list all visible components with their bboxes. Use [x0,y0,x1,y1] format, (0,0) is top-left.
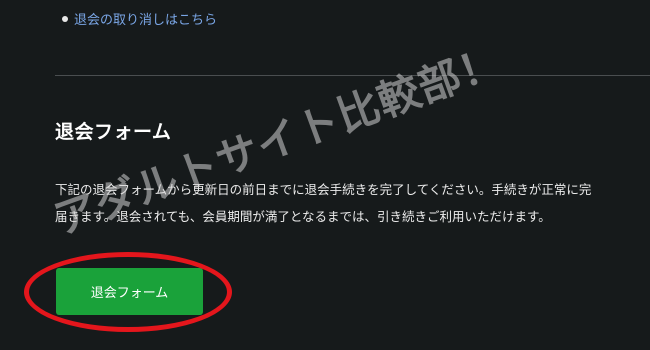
section-title: 退会フォーム [55,121,172,143]
description-line: 届きます。退会されても、会員期間が満了となるまでは、引き続きご利用いただけます。 [55,209,551,224]
withdrawal-form-button[interactable]: 退会フォーム [56,268,203,315]
cancel-withdrawal-link[interactable]: 退会の取り消しはこちら [74,9,217,28]
cancel-link-item: 退会の取り消しはこちら [62,9,217,28]
bullet-icon [62,15,68,22]
page: 退会の取り消しはこちら 退会フォーム 下記の退会フォームから更新日の前日までに退… [0,0,650,350]
description-line: 下記の退会フォームから更新日の前日までに退会手続きを完了してください。手続きが正… [55,182,592,197]
section-description: 下記の退会フォームから更新日の前日までに退会手続きを完了してください。手続きが正… [55,176,650,230]
divider [55,75,650,76]
